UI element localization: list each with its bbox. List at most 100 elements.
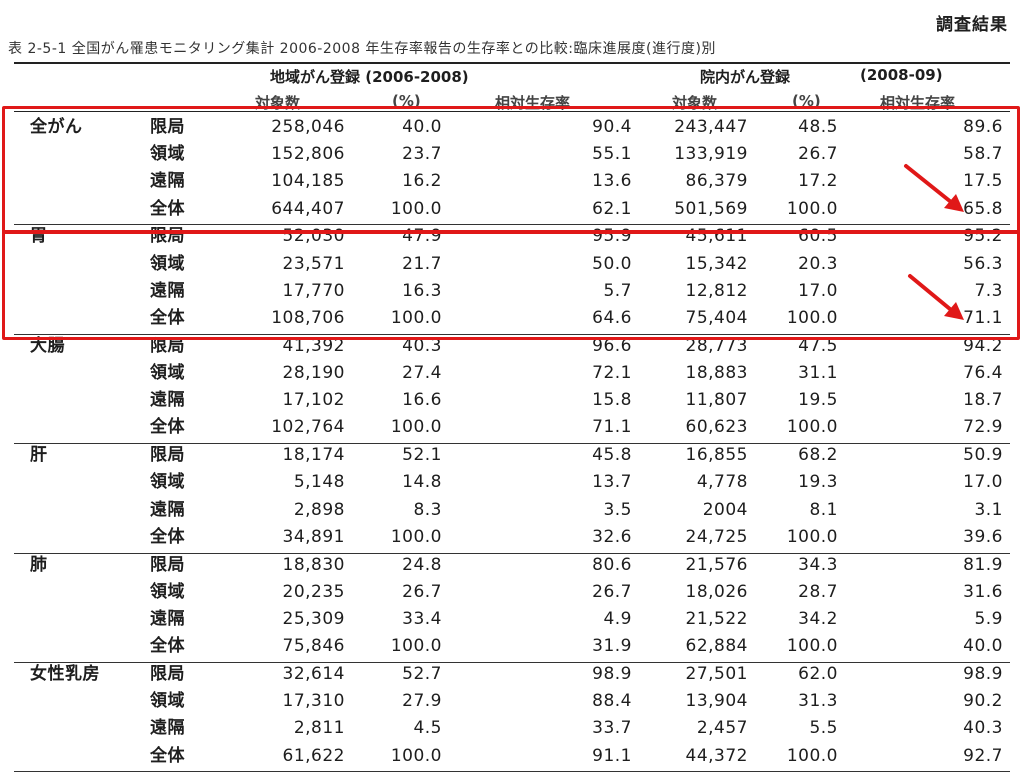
regional-count: 61,622 bbox=[282, 745, 345, 766]
regional-survival: 45.8 bbox=[592, 445, 632, 466]
hospital-count: 4,778 bbox=[696, 472, 748, 493]
regional-pct: 27.9 bbox=[402, 691, 442, 712]
hospital-pct: 34.2 bbox=[798, 609, 838, 629]
regional-count: 17,310 bbox=[282, 691, 345, 712]
regional-pct: 24.8 bbox=[402, 554, 442, 575]
hospital-pct: 19.5 bbox=[798, 390, 838, 411]
hospital-survival: 31.6 bbox=[963, 581, 1003, 602]
regional-count: 17,102 bbox=[282, 390, 345, 411]
table-title: 表 2-5-1 全国がん罹患モニタリング集計 2006-2008 年生存率報告の… bbox=[8, 41, 716, 57]
regional-pct: 26.7 bbox=[402, 581, 442, 602]
regional-survival: 3.5 bbox=[603, 499, 632, 520]
regional-survival: 98.9 bbox=[592, 664, 632, 684]
hospital-survival: 92.7 bbox=[963, 745, 1003, 766]
group-header-hospital-years: (2008-09) bbox=[860, 66, 943, 84]
stage-label: 領域 bbox=[150, 691, 185, 712]
regional-survival: 80.6 bbox=[592, 554, 632, 575]
hospital-survival: 40.3 bbox=[963, 718, 1003, 739]
group-header-hospital: 院内がん登録 bbox=[700, 68, 791, 86]
stage-label: 遠隔 bbox=[150, 499, 185, 520]
cancer-site-label: 肝 bbox=[30, 445, 48, 466]
regional-count: 2,898 bbox=[293, 499, 345, 520]
hospital-survival: 50.9 bbox=[963, 445, 1003, 466]
cancer-site-label: 女性乳房 bbox=[30, 664, 100, 684]
stage-label: 全体 bbox=[150, 636, 185, 657]
regional-survival: 15.8 bbox=[592, 390, 632, 411]
hospital-count: 18,026 bbox=[685, 581, 748, 602]
hospital-count: 24,725 bbox=[685, 526, 748, 547]
hospital-pct: 8.1 bbox=[809, 499, 838, 520]
cancer-site-label: 肺 bbox=[30, 554, 48, 575]
regional-pct: 52.1 bbox=[402, 445, 442, 466]
arrow-icon bbox=[904, 164, 964, 212]
hospital-survival: 72.9 bbox=[963, 417, 1003, 438]
hospital-survival: 90.2 bbox=[963, 691, 1003, 712]
regional-pct: 8.3 bbox=[413, 499, 442, 520]
hospital-pct: 68.2 bbox=[798, 445, 838, 466]
hospital-pct: 100.0 bbox=[786, 417, 838, 438]
regional-survival: 31.9 bbox=[592, 636, 632, 657]
regional-survival: 71.1 bbox=[592, 417, 632, 438]
stage-label: 限局 bbox=[150, 445, 185, 466]
hospital-pct: 5.5 bbox=[809, 718, 838, 739]
regional-count: 18,830 bbox=[282, 554, 345, 575]
regional-survival: 4.9 bbox=[603, 609, 632, 629]
hospital-survival: 39.6 bbox=[963, 526, 1003, 547]
hospital-pct: 28.7 bbox=[798, 581, 838, 602]
regional-survival: 13.7 bbox=[592, 472, 632, 493]
regional-pct: 27.4 bbox=[402, 363, 442, 383]
regional-count: 102,764 bbox=[271, 417, 345, 438]
regional-pct: 100.0 bbox=[390, 526, 442, 547]
regional-survival: 32.6 bbox=[592, 526, 632, 547]
regional-pct: 14.8 bbox=[402, 472, 442, 493]
hospital-count: 2,457 bbox=[696, 718, 748, 739]
regional-count: 5,148 bbox=[293, 472, 345, 493]
hospital-count: 44,372 bbox=[685, 745, 748, 766]
doc-label: 調査結果 bbox=[936, 15, 1008, 35]
stage-label: 全体 bbox=[150, 526, 185, 547]
regional-count: 18,174 bbox=[282, 445, 345, 466]
hospital-count: 18,883 bbox=[685, 363, 748, 383]
highlight-box-stomach bbox=[2, 230, 1020, 340]
regional-count: 25,309 bbox=[282, 609, 345, 629]
regional-survival: 26.7 bbox=[592, 581, 632, 602]
hospital-count: 60,623 bbox=[685, 417, 748, 438]
hospital-survival: 3.1 bbox=[974, 499, 1003, 520]
hospital-count: 27,501 bbox=[685, 664, 748, 684]
hospital-survival: 81.9 bbox=[963, 554, 1003, 575]
regional-survival: 33.7 bbox=[592, 718, 632, 739]
stage-label: 遠隔 bbox=[150, 390, 185, 411]
hospital-survival: 5.9 bbox=[974, 609, 1003, 629]
stage-label: 限局 bbox=[150, 554, 185, 575]
hospital-pct: 31.3 bbox=[798, 691, 838, 712]
regional-pct: 100.0 bbox=[390, 745, 442, 766]
hospital-pct: 34.3 bbox=[798, 554, 838, 575]
hospital-survival: 98.9 bbox=[963, 664, 1003, 684]
highlight-box-all-cancer bbox=[2, 106, 1020, 234]
regional-count: 34,891 bbox=[282, 526, 345, 547]
stage-label: 限局 bbox=[150, 664, 185, 684]
hospital-count: 16,855 bbox=[685, 445, 748, 466]
regional-survival: 72.1 bbox=[592, 363, 632, 383]
regional-survival: 91.1 bbox=[592, 745, 632, 766]
hospital-pct: 31.1 bbox=[798, 363, 838, 383]
top-rule bbox=[14, 62, 1010, 64]
hospital-pct: 19.3 bbox=[798, 472, 838, 493]
regional-pct: 16.6 bbox=[402, 390, 442, 411]
hospital-survival: 40.0 bbox=[963, 636, 1003, 657]
stage-label: 領域 bbox=[150, 363, 185, 383]
regional-pct: 4.5 bbox=[413, 718, 442, 739]
hospital-count: 21,576 bbox=[685, 554, 748, 575]
hospital-survival: 18.7 bbox=[963, 390, 1003, 411]
regional-count: 20,235 bbox=[282, 581, 345, 602]
regional-pct: 100.0 bbox=[390, 417, 442, 438]
stage-label: 領域 bbox=[150, 472, 185, 493]
regional-pct: 33.4 bbox=[402, 609, 442, 629]
group-header-regional: 地域がん登録 (2006-2008) bbox=[270, 68, 469, 86]
regional-pct: 52.7 bbox=[402, 664, 442, 684]
stage-label: 全体 bbox=[150, 745, 185, 766]
hospital-count: 21,522 bbox=[685, 609, 748, 629]
stage-label: 領域 bbox=[150, 581, 185, 602]
hospital-count: 13,904 bbox=[685, 691, 748, 712]
hospital-survival: 17.0 bbox=[963, 472, 1003, 493]
